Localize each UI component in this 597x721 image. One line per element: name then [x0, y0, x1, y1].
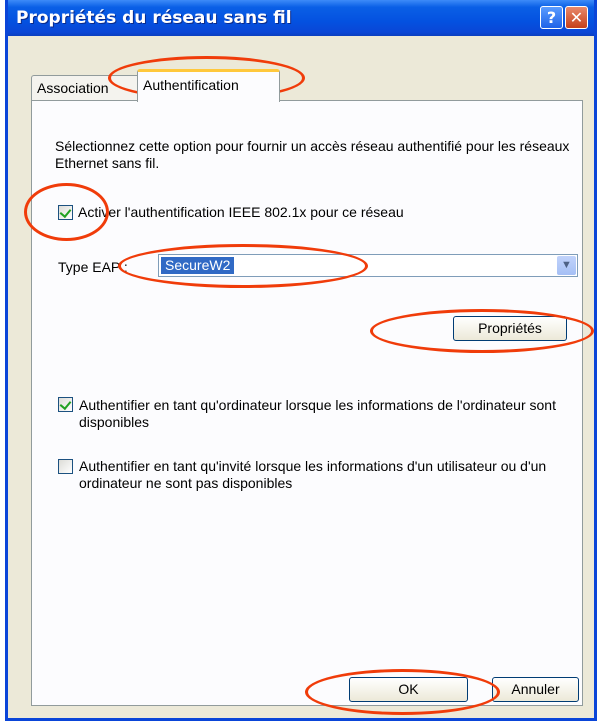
- chevron-down-icon[interactable]: ▼: [557, 256, 576, 275]
- properties-button[interactable]: Propriétés: [453, 316, 567, 341]
- ok-button[interactable]: OK: [349, 677, 468, 702]
- help-button[interactable]: ?: [540, 6, 563, 29]
- auth-computer-label[interactable]: Authentifier en tant qu'ordinateur lorsq…: [79, 397, 559, 431]
- title-bar[interactable]: Propriétés du réseau sans fil ? ✕: [8, 0, 594, 36]
- eap-type-label: Type EAP :: [58, 259, 128, 275]
- tab-association[interactable]: Association: [31, 75, 143, 101]
- window-title: Propriétés du réseau sans fil: [16, 8, 292, 28]
- auth-computer-checkbox[interactable]: [58, 397, 73, 412]
- checkmark-icon: [59, 205, 72, 219]
- enable-8021x-label[interactable]: Activer l'authentification IEEE 802.1x p…: [78, 204, 404, 221]
- auth-guest-checkbox[interactable]: [58, 459, 73, 474]
- description-text: Sélectionnez cette option pour fournir u…: [55, 138, 570, 171]
- eap-type-select[interactable]: SecureW2 ▼: [158, 254, 578, 277]
- close-button[interactable]: ✕: [565, 6, 588, 29]
- cancel-button[interactable]: Annuler: [492, 677, 579, 702]
- tab-authentication[interactable]: Authentification: [137, 69, 280, 102]
- eap-type-value: SecureW2: [161, 257, 235, 274]
- auth-guest-label[interactable]: Authentifier en tant qu'invité lorsque l…: [79, 458, 549, 492]
- checkmark-icon: [59, 397, 72, 411]
- enable-8021x-checkbox[interactable]: [58, 205, 73, 220]
